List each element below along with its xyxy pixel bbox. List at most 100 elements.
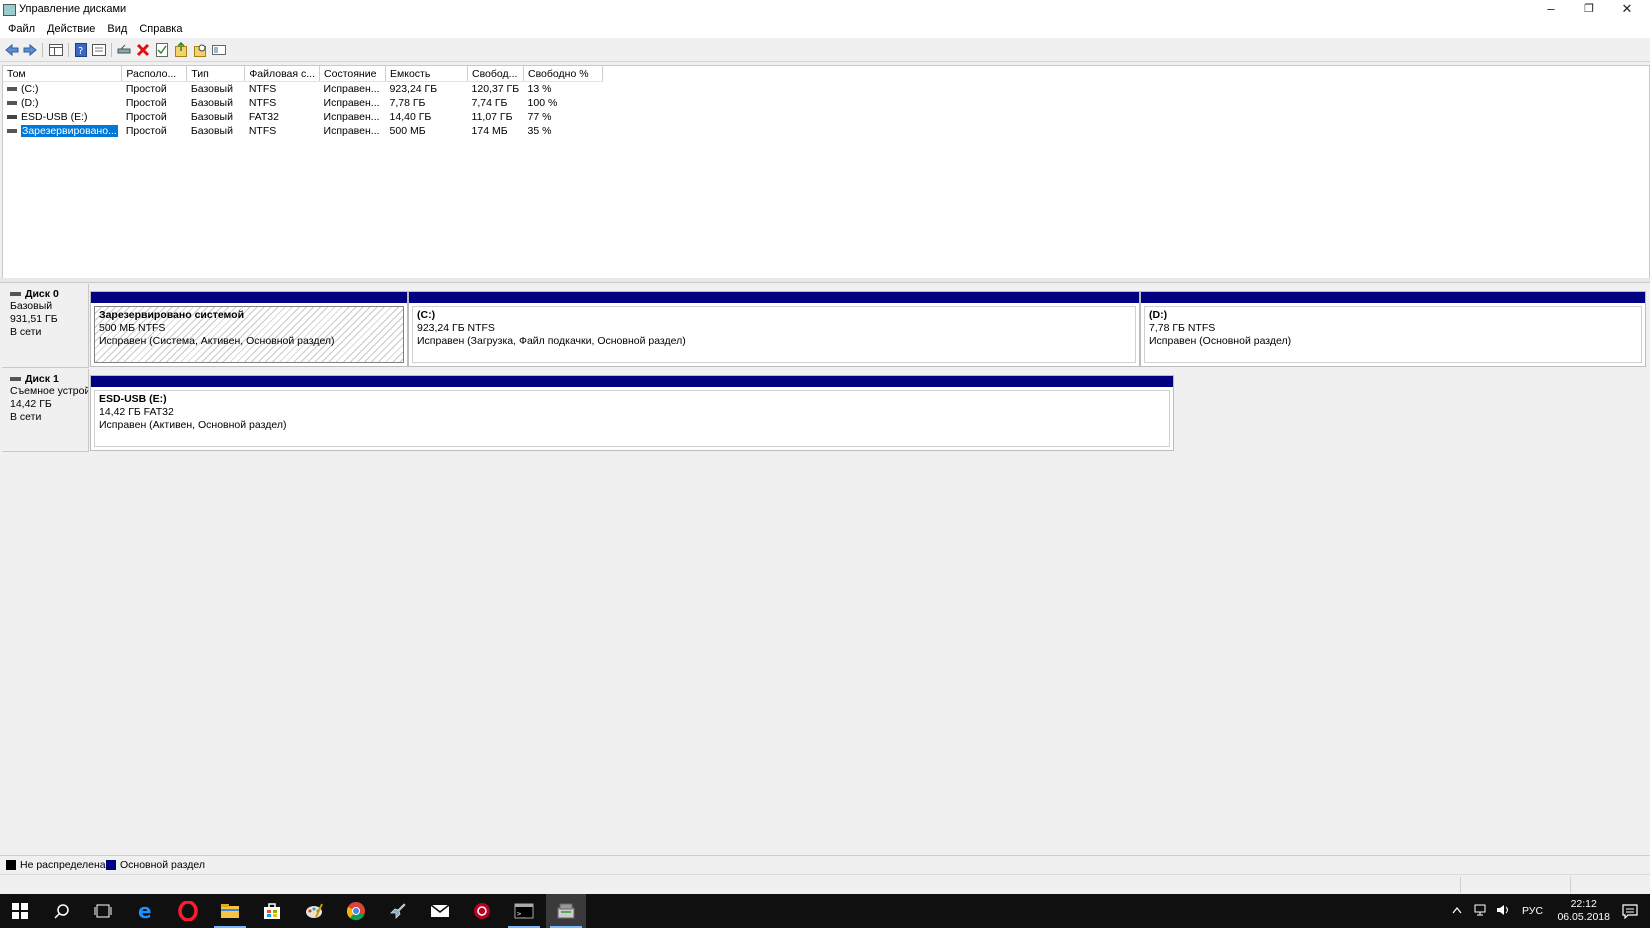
minimize-button[interactable]: –	[1532, 0, 1570, 20]
task-view-icon[interactable]	[83, 894, 123, 928]
chevron-up-icon[interactable]	[1452, 905, 1462, 917]
menu-bar: Файл Действие Вид Справка	[0, 20, 1650, 38]
partition-size: 7,78 ГБ NTFS	[1149, 322, 1216, 334]
col-header-free[interactable]: Свобод...	[467, 66, 525, 82]
pane-splitter[interactable]	[0, 278, 1650, 283]
menu-file[interactable]: Файл	[0, 20, 41, 38]
partition-size: 14,42 ГБ FAT32	[99, 406, 174, 418]
partition-size: 923,24 ГБ NTFS	[417, 322, 495, 334]
new-icon[interactable]	[173, 42, 189, 58]
help-icon[interactable]: ?	[73, 42, 89, 58]
restore-button[interactable]: ❐	[1570, 0, 1608, 20]
language-indicator[interactable]: РУС	[1522, 905, 1543, 917]
game-icon[interactable]	[462, 894, 502, 928]
cell-type: Базовый	[190, 111, 233, 123]
table-row[interactable]: (C:) Простой Базовый NTFS Исправен... 92…	[3, 82, 603, 97]
partition-size: 500 МБ NTFS	[99, 322, 166, 334]
cell-status: Исправен...	[323, 97, 380, 109]
disk-name: Диск 0	[25, 288, 59, 300]
svg-text:>_: >_	[517, 910, 526, 918]
partition-status: Исправен (Активен, Основной раздел)	[99, 419, 287, 431]
partition-name: Зарезервировано системой	[99, 309, 245, 321]
delete-icon[interactable]	[135, 42, 151, 58]
cell-type: Базовый	[190, 125, 233, 137]
col-header-status[interactable]: Состояние	[319, 66, 387, 82]
svg-text:e: e	[138, 901, 152, 921]
title-bar: Управление дисками – ❐ ✕	[0, 0, 1650, 20]
col-header-filesystem[interactable]: Файловая с...	[244, 66, 321, 82]
svg-text:?: ?	[78, 46, 83, 57]
properties-icon[interactable]	[91, 42, 107, 58]
cell-free: 120,37 ГБ	[471, 83, 520, 95]
cell-type: Базовый	[190, 83, 233, 95]
opera-icon[interactable]	[168, 894, 208, 928]
rocket-icon[interactable]	[378, 894, 418, 928]
disk-name: Диск 1	[25, 373, 59, 385]
cell-free-percent: 35 %	[527, 125, 552, 137]
menu-action[interactable]: Действие	[41, 20, 101, 38]
notifications-icon[interactable]	[1610, 894, 1650, 928]
cell-capacity: 500 МБ	[389, 125, 426, 137]
table-header: Том Располо... Тип Файловая с... Состоян…	[3, 66, 604, 82]
col-header-type[interactable]: Тип	[186, 66, 246, 82]
partition-reserved[interactable]: Зарезервировано системой 500 МБ NTFS Исп…	[90, 291, 408, 367]
menu-help[interactable]: Справка	[133, 20, 188, 38]
explorer-icon[interactable]	[210, 894, 250, 928]
disk-type: Базовый	[10, 300, 53, 312]
col-header-layout[interactable]: Располо...	[121, 66, 188, 82]
partition-c[interactable]: (C:) 923,24 ГБ NTFS Исправен (Загрузка, …	[408, 291, 1140, 367]
partition-status: Исправен (Основной раздел)	[1149, 335, 1292, 347]
edge-icon[interactable]: e	[126, 894, 166, 928]
partition-e[interactable]: ESD-USB (E:) 14,42 ГБ FAT32 Исправен (Ак…	[90, 375, 1174, 451]
legend-swatch	[106, 860, 116, 870]
volume-name: (D:)	[21, 97, 39, 109]
start-icon[interactable]	[0, 894, 40, 928]
disk-icon	[10, 377, 21, 381]
cell-filesystem: NTFS	[248, 125, 277, 137]
network-icon[interactable]	[1474, 904, 1488, 919]
disk-management-app-icon	[3, 4, 16, 16]
search-icon[interactable]	[42, 894, 82, 928]
volume-icon	[7, 87, 17, 92]
clock-time: 22:12	[1570, 898, 1597, 910]
system-tray: РУС	[1452, 894, 1543, 928]
clock-date: 06.05.2018	[1557, 911, 1610, 923]
taskbar: e >_ РУС 22:12 06.05.2018	[0, 894, 1650, 928]
legend: Не распределена Основной раздел	[0, 855, 1650, 874]
table-row[interactable]: ESD-USB (E:) Простой Базовый FAT32 Испра…	[3, 110, 603, 124]
terminal-icon[interactable]: >_	[504, 894, 544, 928]
partition-d[interactable]: (D:) 7,78 ГБ NTFS Исправен (Основной раз…	[1140, 291, 1646, 367]
table-row-selected[interactable]: Зарезервировано... Простой Базовый NTFS …	[3, 124, 603, 138]
paint-icon[interactable]	[294, 894, 334, 928]
close-button[interactable]: ✕	[1608, 0, 1646, 20]
cell-free: 7,74 ГБ	[471, 97, 508, 109]
disk-mgmt-icon[interactable]	[546, 894, 586, 928]
mail-icon[interactable]	[420, 894, 460, 928]
volume-name: (C:)	[21, 83, 39, 95]
list-icon[interactable]	[211, 42, 227, 58]
console-tree-icon[interactable]	[48, 42, 64, 58]
cell-capacity: 923,24 ГБ	[389, 83, 438, 95]
volume-icon[interactable]	[1496, 904, 1510, 919]
store-icon[interactable]	[252, 894, 292, 928]
search-icon[interactable]	[192, 42, 208, 58]
forward-icon[interactable]	[22, 42, 38, 58]
cell-free-percent: 77 %	[527, 111, 552, 123]
chrome-icon[interactable]	[336, 894, 376, 928]
window-title: Управление дисками	[19, 3, 127, 15]
cell-capacity: 7,78 ГБ	[389, 97, 426, 109]
back-icon[interactable]	[4, 42, 20, 58]
menu-view[interactable]: Вид	[101, 20, 133, 38]
table-row[interactable]: (D:) Простой Базовый NTFS Исправен... 7,…	[3, 96, 603, 110]
col-header-volume[interactable]: Том	[3, 66, 123, 82]
disk-1-label[interactable]: Диск 1 Съемное устрой 14,42 ГБ В сети	[2, 369, 89, 452]
cell-free-percent: 13 %	[527, 83, 552, 95]
disk-0-label[interactable]: Диск 0 Базовый 931,51 ГБ В сети	[2, 284, 89, 368]
status-bar	[0, 874, 1650, 895]
volume-icon	[7, 101, 17, 106]
clock[interactable]: 22:12 06.05.2018	[1557, 898, 1610, 924]
col-header-capacity[interactable]: Емкость	[385, 66, 469, 82]
check-icon[interactable]	[154, 42, 170, 58]
connect-icon[interactable]	[116, 42, 132, 58]
col-header-free-percent[interactable]: Свободно %	[523, 66, 604, 82]
